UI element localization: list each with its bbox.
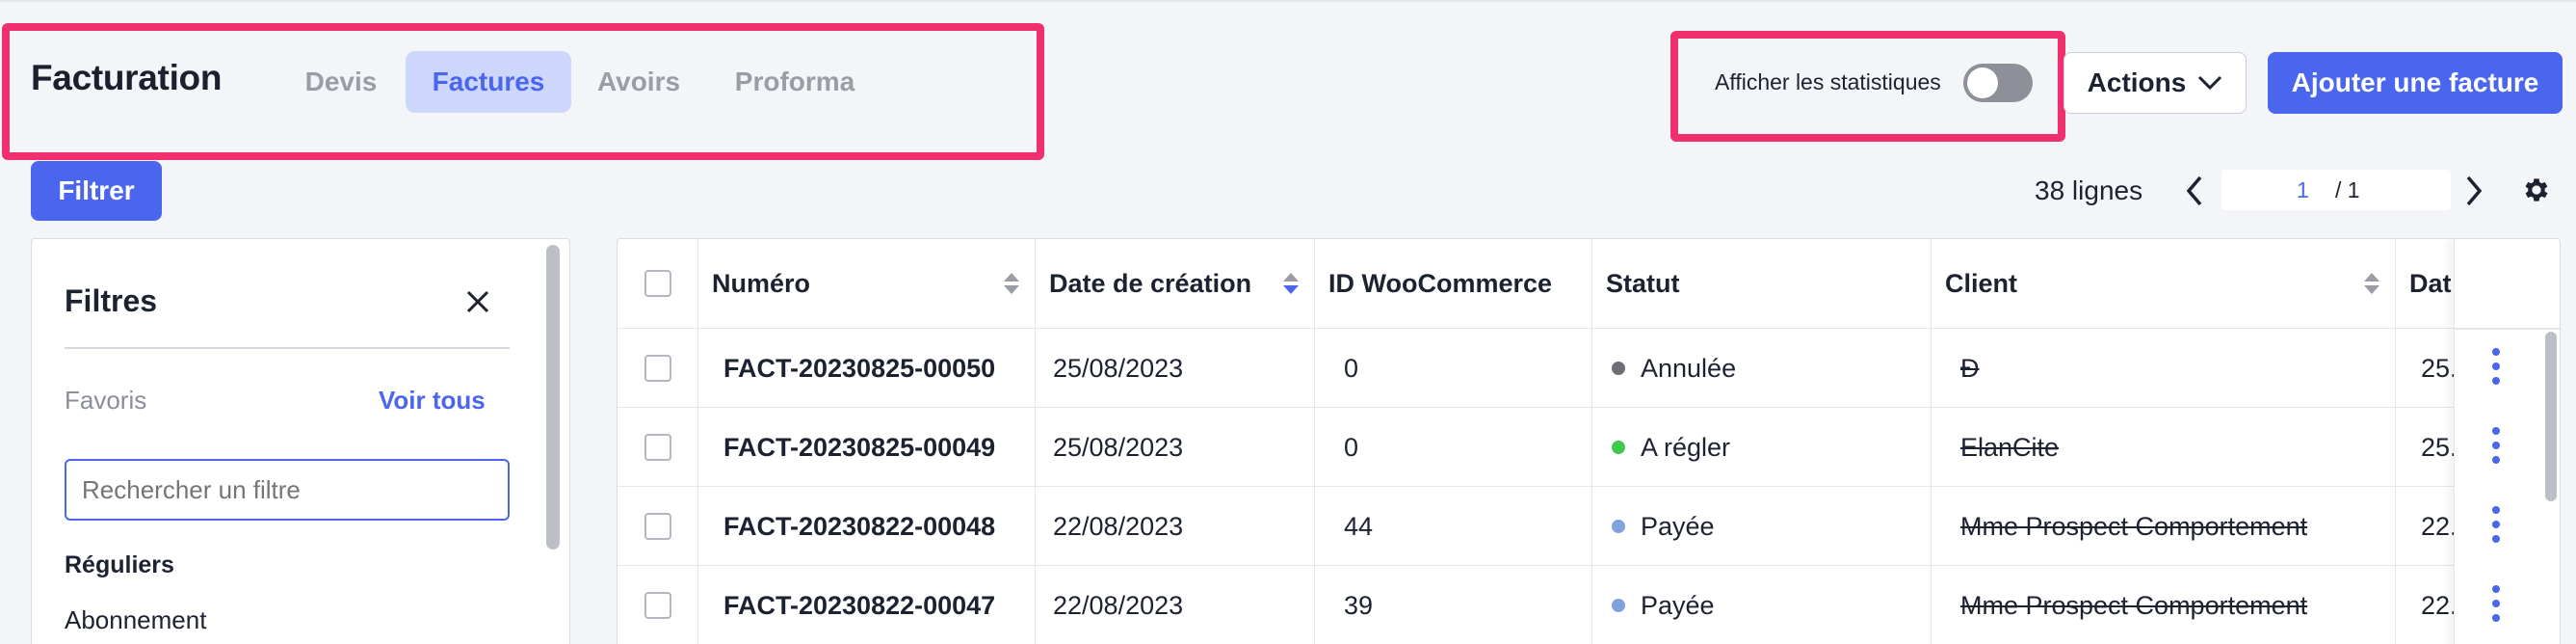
column-client-label: Client: [1945, 268, 2018, 298]
row-checkbox-cell[interactable]: [618, 487, 698, 566]
top-border: [0, 0, 2576, 2]
page-input-box[interactable]: 1 / 1: [2221, 170, 2451, 210]
cell-client[interactable]: Mme Prospect Comportement: [1932, 566, 2396, 644]
filter-button[interactable]: Filtrer: [31, 161, 162, 221]
sort-desc-icon[interactable]: [1281, 271, 1301, 296]
status-dot: [1612, 520, 1625, 533]
tab-devis[interactable]: Devis: [285, 51, 397, 113]
status-text: Annulée: [1641, 353, 1737, 383]
tab-factures[interactable]: Factures: [406, 51, 571, 113]
table-row[interactable]: FACT-20230825-00049 25/08/2023 0 A régle…: [618, 407, 2560, 487]
row-checkbox[interactable]: [644, 513, 671, 540]
cell-numero[interactable]: FACT-20230822-00047: [698, 566, 1036, 644]
status-text: Payée: [1641, 590, 1715, 620]
row-checkbox[interactable]: [644, 355, 671, 382]
stats-toggle-label: Afficher les statistiques: [1715, 69, 1941, 94]
actions-label: Actions: [2087, 67, 2187, 97]
filter-item-abonnement[interactable]: Abonnement: [65, 605, 206, 635]
chevron-right-icon[interactable]: [2464, 175, 2484, 206]
toggle-knob: [1967, 67, 1998, 98]
regular-section-label: Réguliers: [65, 551, 174, 578]
column-date-creation[interactable]: Date de création: [1036, 239, 1315, 328]
tab-avoirs[interactable]: Avoirs: [580, 51, 697, 113]
column-numero[interactable]: Numéro: [698, 239, 1036, 328]
close-icon[interactable]: [465, 289, 490, 314]
table-row[interactable]: FACT-20230825-00050 25/08/2023 0 Annulée…: [618, 328, 2560, 408]
page-title: Facturation: [31, 58, 223, 97]
table-row[interactable]: FACT-20230822-00048 22/08/2023 44 Payée …: [618, 486, 2560, 566]
header-select-all[interactable]: [618, 239, 698, 328]
total-pages: / 1: [2335, 176, 2360, 202]
select-all-checkbox[interactable]: [644, 270, 671, 297]
kebab-menu-icon[interactable]: [2491, 584, 2501, 623]
divider: [65, 347, 510, 349]
add-invoice-button[interactable]: Ajouter une facture: [2268, 52, 2563, 114]
see-all-link[interactable]: Voir tous: [379, 386, 486, 416]
column-client[interactable]: Client: [1932, 239, 2396, 328]
row-actions-column: [2454, 239, 2560, 644]
filters-panel: Filtres Favoris Voir tous Réguliers Abon…: [31, 238, 570, 644]
row-checkbox-cell[interactable]: [618, 329, 698, 408]
cell-client[interactable]: ElanCite: [1932, 408, 2396, 487]
row-checkbox-cell[interactable]: [618, 566, 698, 644]
kebab-menu-icon[interactable]: [2491, 426, 2501, 465]
status-dot: [1612, 362, 1625, 375]
kebab-menu-icon[interactable]: [2491, 505, 2501, 544]
filters-title: Filtres: [65, 283, 158, 318]
cell-woo-id: 0: [1315, 408, 1592, 487]
filter-search-input[interactable]: [65, 459, 510, 521]
cell-numero[interactable]: FACT-20230825-00049: [698, 408, 1036, 487]
cell-date: 22/08/2023: [1036, 487, 1315, 566]
status-dot: [1612, 599, 1625, 612]
cell-numero[interactable]: FACT-20230825-00050: [698, 329, 1036, 408]
column-statut[interactable]: Statut: [1592, 239, 1932, 328]
cell-statut: Annulée: [1592, 329, 1932, 408]
cell-statut: A régler: [1592, 408, 1932, 487]
invoices-table: Numéro Date de création ID WooCommerce S…: [617, 238, 2561, 644]
cell-woo-id: 0: [1315, 329, 1592, 408]
cell-date: 22/08/2023: [1036, 566, 1315, 644]
row-checkbox[interactable]: [644, 592, 671, 619]
status-text: Payée: [1641, 511, 1715, 541]
actions-button[interactable]: Actions: [2063, 52, 2247, 114]
kebab-menu-icon[interactable]: [2491, 347, 2501, 386]
row-checkbox[interactable]: [644, 434, 671, 461]
sort-icon[interactable]: [2362, 271, 2381, 296]
cell-client[interactable]: Ð: [1932, 329, 2396, 408]
gear-icon[interactable]: [2521, 174, 2552, 205]
chevron-left-icon[interactable]: [2185, 175, 2204, 206]
divider: [2455, 328, 2560, 330]
stats-toggle[interactable]: [1963, 64, 2033, 102]
tab-proforma[interactable]: Proforma: [713, 51, 877, 113]
cell-statut: Payée: [1592, 487, 1932, 566]
cell-numero[interactable]: FACT-20230822-00048: [698, 487, 1036, 566]
cell-date: 25/08/2023: [1036, 408, 1315, 487]
sort-icon[interactable]: [1002, 271, 1021, 296]
table-row[interactable]: FACT-20230822-00047 22/08/2023 39 Payée …: [618, 565, 2560, 644]
column-date-label: Date de création: [1049, 268, 1252, 298]
cell-client[interactable]: Mme Prospect Comportement: [1932, 487, 2396, 566]
favorites-label: Favoris: [65, 386, 147, 415]
cell-date: 25/08/2023: [1036, 329, 1315, 408]
row-checkbox-cell[interactable]: [618, 408, 698, 487]
row-count: 38 lignes: [2035, 175, 2143, 205]
column-id-woocommerce[interactable]: ID WooCommerce: [1315, 239, 1592, 328]
filters-scrollbar[interactable]: [546, 245, 560, 550]
column-numero-label: Numéro: [712, 268, 811, 298]
chevron-down-icon: [2198, 75, 2222, 91]
cell-woo-id: 39: [1315, 566, 1592, 644]
current-page[interactable]: 1: [2297, 177, 2309, 203]
cell-statut: Payée: [1592, 566, 1932, 644]
status-dot: [1612, 441, 1625, 454]
cell-woo-id: 44: [1315, 487, 1592, 566]
status-text: A régler: [1641, 432, 1731, 462]
table-scrollbar[interactable]: [2545, 332, 2557, 501]
